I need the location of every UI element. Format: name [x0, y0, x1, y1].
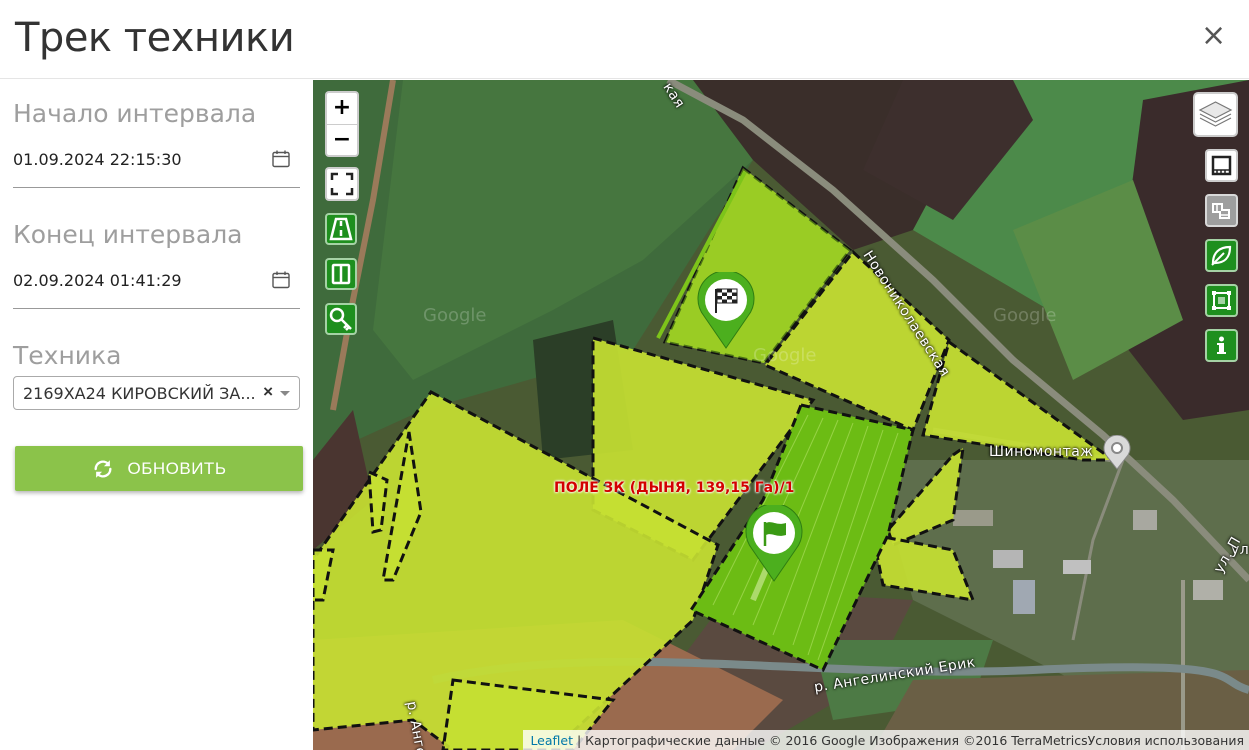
- road-tool-button[interactable]: [325, 213, 357, 245]
- calendar-icon[interactable]: [272, 271, 290, 289]
- key-icon: [329, 307, 352, 331]
- start-marker[interactable]: [744, 505, 804, 583]
- key-tool-button[interactable]: [325, 303, 357, 335]
- map-view[interactable]: Google Google Google кая Новониколаевска…: [313, 80, 1249, 750]
- map-watermark: Google: [753, 345, 817, 366]
- end-date-value[interactable]: 02.09.2024 01:41:29: [13, 271, 182, 290]
- info-button[interactable]: [1205, 329, 1238, 362]
- filter-sidebar: Начало интервала 01.09.2024 22:15:30 Кон…: [0, 80, 313, 750]
- field-label[interactable]: ПОЛЕ 3К (ДЫНЯ, 139,15 Га)/1: [554, 480, 794, 496]
- map-watermark: Google: [993, 305, 1057, 326]
- calendar-icon[interactable]: [272, 150, 290, 168]
- grid-icon: [1212, 203, 1230, 219]
- columns-icon: [331, 263, 351, 285]
- clear-selection-icon[interactable]: ×: [263, 382, 273, 402]
- refresh-button-label: ОБНОВИТЬ: [127, 458, 227, 478]
- finish-marker[interactable]: [696, 272, 756, 350]
- end-date-field[interactable]: 02.09.2024 01:41:29: [13, 261, 300, 309]
- columns-tool-button[interactable]: [325, 258, 357, 290]
- close-button[interactable]: ×: [1201, 21, 1226, 51]
- select-area-icon: [1212, 291, 1231, 310]
- leaf-icon: [1211, 245, 1232, 266]
- leaflet-link[interactable]: Leaflet: [530, 733, 573, 748]
- location-pin-icon[interactable]: [1102, 435, 1132, 471]
- layers-icon: [1198, 101, 1233, 127]
- end-interval-label: Конец интервала: [13, 220, 243, 249]
- leaf-button[interactable]: [1205, 239, 1238, 272]
- place-label: Шиномонтаж: [989, 444, 1094, 460]
- grid-button[interactable]: [1205, 194, 1238, 227]
- map-attribution: Leaflet | Картографические данные © 2016…: [523, 730, 1249, 750]
- road-icon: [329, 217, 353, 241]
- fullscreen-icon: [330, 172, 354, 196]
- modal-title: Трек техники: [15, 15, 295, 61]
- start-date-value[interactable]: 01.09.2024 22:15:30: [13, 150, 182, 169]
- map-watermark: Google: [423, 305, 487, 326]
- ruler-button[interactable]: [1205, 149, 1238, 182]
- vehicle-select[interactable]: 2169ХА24 КИРОВСКИЙ ЗА... ×: [13, 376, 300, 410]
- vehicle-label: Техника: [13, 341, 122, 370]
- refresh-icon: [93, 459, 112, 478]
- zoom-in-button[interactable]: +: [327, 93, 357, 124]
- ruler-icon: [1211, 155, 1232, 176]
- satellite-map[interactable]: [313, 80, 1249, 750]
- refresh-button[interactable]: ОБНОВИТЬ: [15, 446, 303, 491]
- start-date-field[interactable]: 01.09.2024 22:15:30: [13, 140, 300, 188]
- zoom-control: + −: [325, 91, 359, 157]
- zoom-out-button[interactable]: −: [327, 124, 357, 155]
- layers-button[interactable]: [1193, 92, 1238, 137]
- start-interval-label: Начало интервала: [13, 99, 257, 128]
- vehicle-select-value[interactable]: 2169ХА24 КИРОВСКИЙ ЗА...: [23, 384, 259, 403]
- modal-header: Трек техники ×: [0, 0, 1249, 79]
- info-icon: [1217, 336, 1226, 354]
- select-area-button[interactable]: [1205, 284, 1238, 317]
- fullscreen-button[interactable]: [325, 167, 359, 201]
- attribution-text: | Картографические данные © 2016 Google …: [573, 733, 1244, 748]
- chevron-down-icon[interactable]: [280, 391, 290, 396]
